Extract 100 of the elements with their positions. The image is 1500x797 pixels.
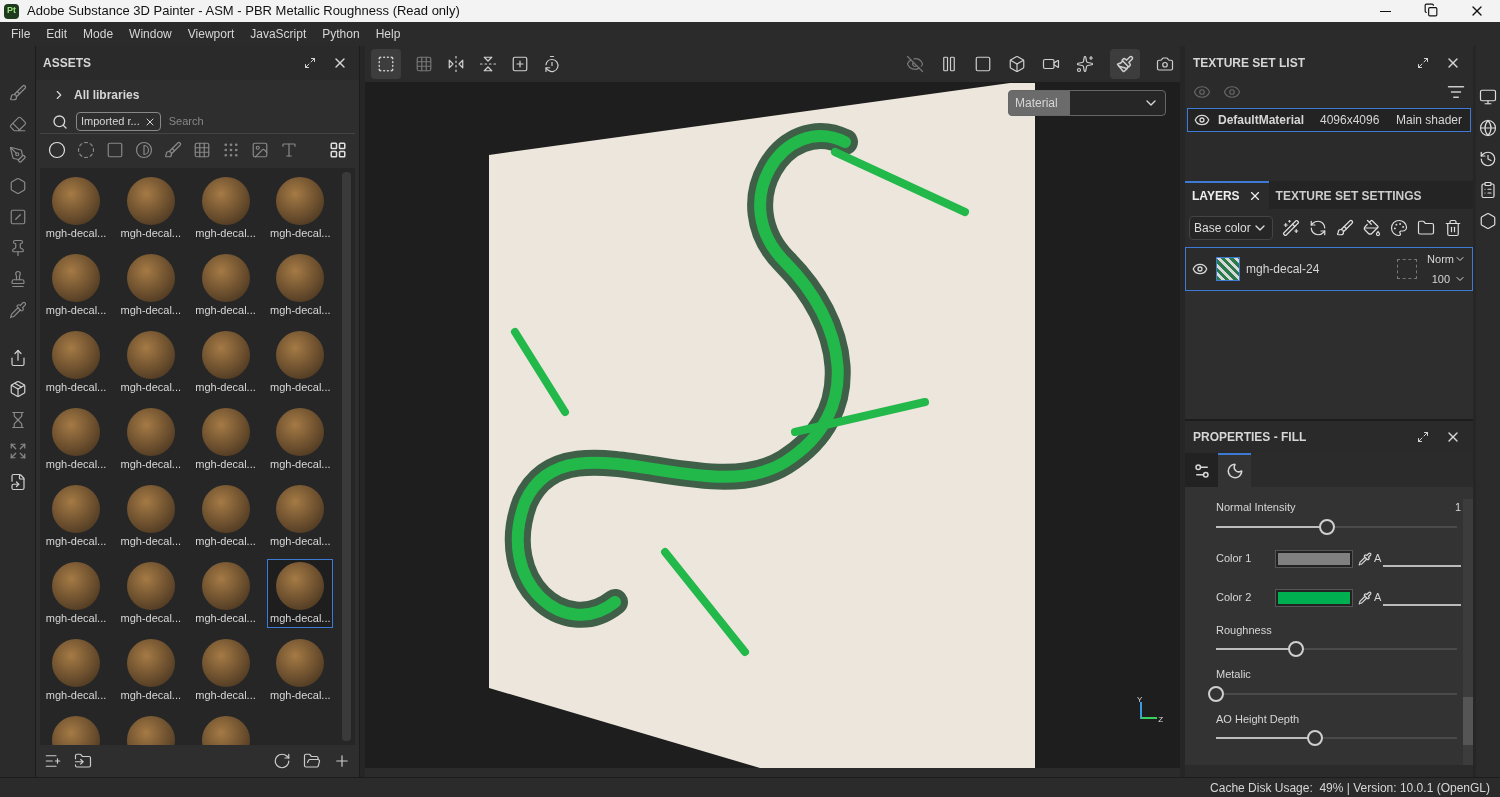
layer-row[interactable]: mgh-decal-24 Norm 100 — [1185, 247, 1473, 291]
tool-icon[interactable] — [8, 177, 27, 195]
layer-tool-icon[interactable] — [1390, 219, 1408, 237]
asset-tile[interactable]: mgh-decal... — [43, 174, 109, 243]
tool-icon[interactable] — [8, 208, 27, 226]
asset-tile[interactable]: mgh-decal... — [267, 482, 334, 551]
layer-tool-icon[interactable] — [1309, 219, 1327, 237]
menu-item[interactable]: Viewport — [179, 25, 243, 43]
asset-tile[interactable]: mgh-decal... — [192, 636, 259, 705]
asset-tile[interactable]: mgh-decal... — [43, 251, 109, 320]
properties-tab[interactable] — [1185, 453, 1218, 487]
asset-tile[interactable]: mgh-decal... — [192, 251, 259, 320]
slider-thumb[interactable] — [1306, 730, 1323, 746]
tool-icon[interactable] — [8, 473, 27, 491]
asset-tile[interactable]: mgh-decal... — [117, 174, 184, 243]
asset-tile[interactable]: mgh-decal... — [43, 328, 109, 397]
asset-tile[interactable]: mgh-decal... — [267, 174, 334, 243]
filter-chip[interactable]: Imported r... — [76, 112, 161, 131]
asset-tile[interactable]: mgh-decal... — [192, 328, 259, 397]
layer-tool-icon[interactable] — [1336, 219, 1354, 237]
layer-tool-icon[interactable] — [1417, 219, 1435, 237]
panel-tab[interactable]: TEXTURE SET SETTINGS — [1268, 181, 1429, 209]
asset-tile[interactable]: mgh-decal... — [267, 559, 334, 628]
panel-tab[interactable]: LAYERS — [1185, 181, 1269, 209]
grid-view-icon[interactable] — [329, 141, 347, 159]
filter-icon[interactable] — [77, 141, 95, 159]
selection-mode-button[interactable] — [371, 49, 401, 79]
eye-icon[interactable] — [1194, 112, 1210, 128]
mask-slot[interactable] — [1397, 259, 1418, 279]
color-swatch[interactable] — [1276, 550, 1352, 567]
menu-item[interactable]: JavaScript — [242, 25, 315, 43]
opacity-select[interactable]: 100 — [1431, 271, 1466, 288]
screenshot-icon[interactable] — [1156, 55, 1174, 73]
side-panel-icon[interactable] — [1479, 150, 1497, 168]
tool-icon[interactable] — [8, 349, 27, 367]
side-panel-icon[interactable] — [1479, 212, 1497, 230]
mirror-horizontal-icon[interactable] — [447, 55, 465, 73]
menu-item[interactable]: Help — [367, 25, 409, 43]
menu-item[interactable]: Python — [314, 25, 368, 43]
asset-tile[interactable]: mgh-decal... — [192, 482, 259, 551]
paint-mode-button[interactable] — [1110, 49, 1140, 79]
tool-icon[interactable] — [8, 442, 27, 460]
asset-tile[interactable]: mgh-decal... — [267, 328, 334, 397]
pause-icon[interactable] — [940, 55, 958, 73]
asset-tile[interactable]: mgh-decal... — [117, 328, 184, 397]
menu-item[interactable]: File — [3, 25, 39, 43]
blend-mode-select[interactable]: Norm — [1427, 250, 1466, 267]
tool-icon[interactable] — [8, 84, 27, 102]
asset-tile[interactable]: mgh-decal... — [192, 174, 259, 243]
tool-icon[interactable] — [8, 115, 27, 133]
import-list-icon[interactable] — [74, 752, 92, 770]
asset-tile[interactable]: mgh-decal... — [267, 251, 334, 320]
asset-tile[interactable]: mgh-decal... — [267, 405, 334, 474]
asset-tile[interactable]: mgh-decal... — [117, 251, 184, 320]
color-swatch[interactable] — [1276, 589, 1352, 606]
mirror-vertical-icon[interactable] — [479, 55, 497, 73]
library-label[interactable]: All libraries — [74, 86, 140, 104]
side-panel-icon[interactable] — [1479, 88, 1497, 106]
search-field[interactable]: Search — [168, 113, 319, 130]
frame-icon[interactable] — [511, 55, 529, 73]
asset-tile[interactable]: mgh-decal... — [117, 482, 184, 551]
reset-icon[interactable] — [543, 55, 561, 73]
tool-icon[interactable] — [8, 380, 27, 398]
asset-tile[interactable]: mgh-decal... — [267, 636, 334, 705]
asset-tile[interactable]: mgh-decal... — [192, 405, 259, 474]
add-icon[interactable] — [333, 752, 351, 770]
tool-icon[interactable] — [8, 146, 27, 164]
layer-tool-icon[interactable] — [1363, 219, 1381, 237]
scrollbar[interactable] — [365, 768, 1180, 777]
save-list-icon[interactable] — [44, 752, 62, 770]
asset-tile[interactable]: mgh-decal... — [117, 405, 184, 474]
eyedropper-icon[interactable] — [1358, 590, 1372, 605]
eyedropper-icon[interactable] — [1358, 551, 1372, 566]
asset-tile[interactable]: mgh-decal... — [117, 636, 184, 705]
folder-icon[interactable] — [303, 752, 321, 770]
asset-tile[interactable]: mgh-decal... — [43, 559, 109, 628]
effects-icon[interactable] — [1076, 55, 1094, 73]
menu-item[interactable]: Edit — [38, 25, 76, 43]
tool-icon[interactable] — [8, 270, 27, 288]
texture-set-row[interactable]: DefaultMaterial 4096x4096 Main shader — [1187, 108, 1471, 132]
undock-icon[interactable] — [1417, 57, 1429, 69]
side-panel-icon[interactable] — [1479, 181, 1497, 199]
asset-tile[interactable]: mgh-decal... — [43, 636, 109, 705]
filter-icon[interactable] — [1447, 83, 1465, 101]
eye-icon[interactable] — [1192, 261, 1208, 277]
undock-icon[interactable] — [304, 57, 316, 69]
perspective-icon[interactable] — [974, 55, 992, 73]
refresh-icon[interactable] — [273, 752, 291, 770]
layer-tool-icon[interactable] — [1444, 219, 1462, 237]
hide-icon[interactable] — [906, 55, 924, 73]
slider-thumb[interactable] — [1208, 685, 1224, 702]
menu-item[interactable]: Mode — [75, 25, 122, 43]
cube-icon[interactable] — [1008, 55, 1026, 73]
layer-tool-icon[interactable] — [1282, 219, 1300, 237]
properties-tab[interactable] — [1218, 453, 1251, 487]
side-panel-icon[interactable] — [1479, 119, 1497, 137]
undock-icon[interactable] — [1417, 431, 1429, 443]
slider-thumb[interactable] — [1287, 641, 1304, 657]
asset-tile[interactable]: mgh-decal... — [117, 559, 184, 628]
asset-tile[interactable]: mgh-decal... — [192, 559, 259, 628]
